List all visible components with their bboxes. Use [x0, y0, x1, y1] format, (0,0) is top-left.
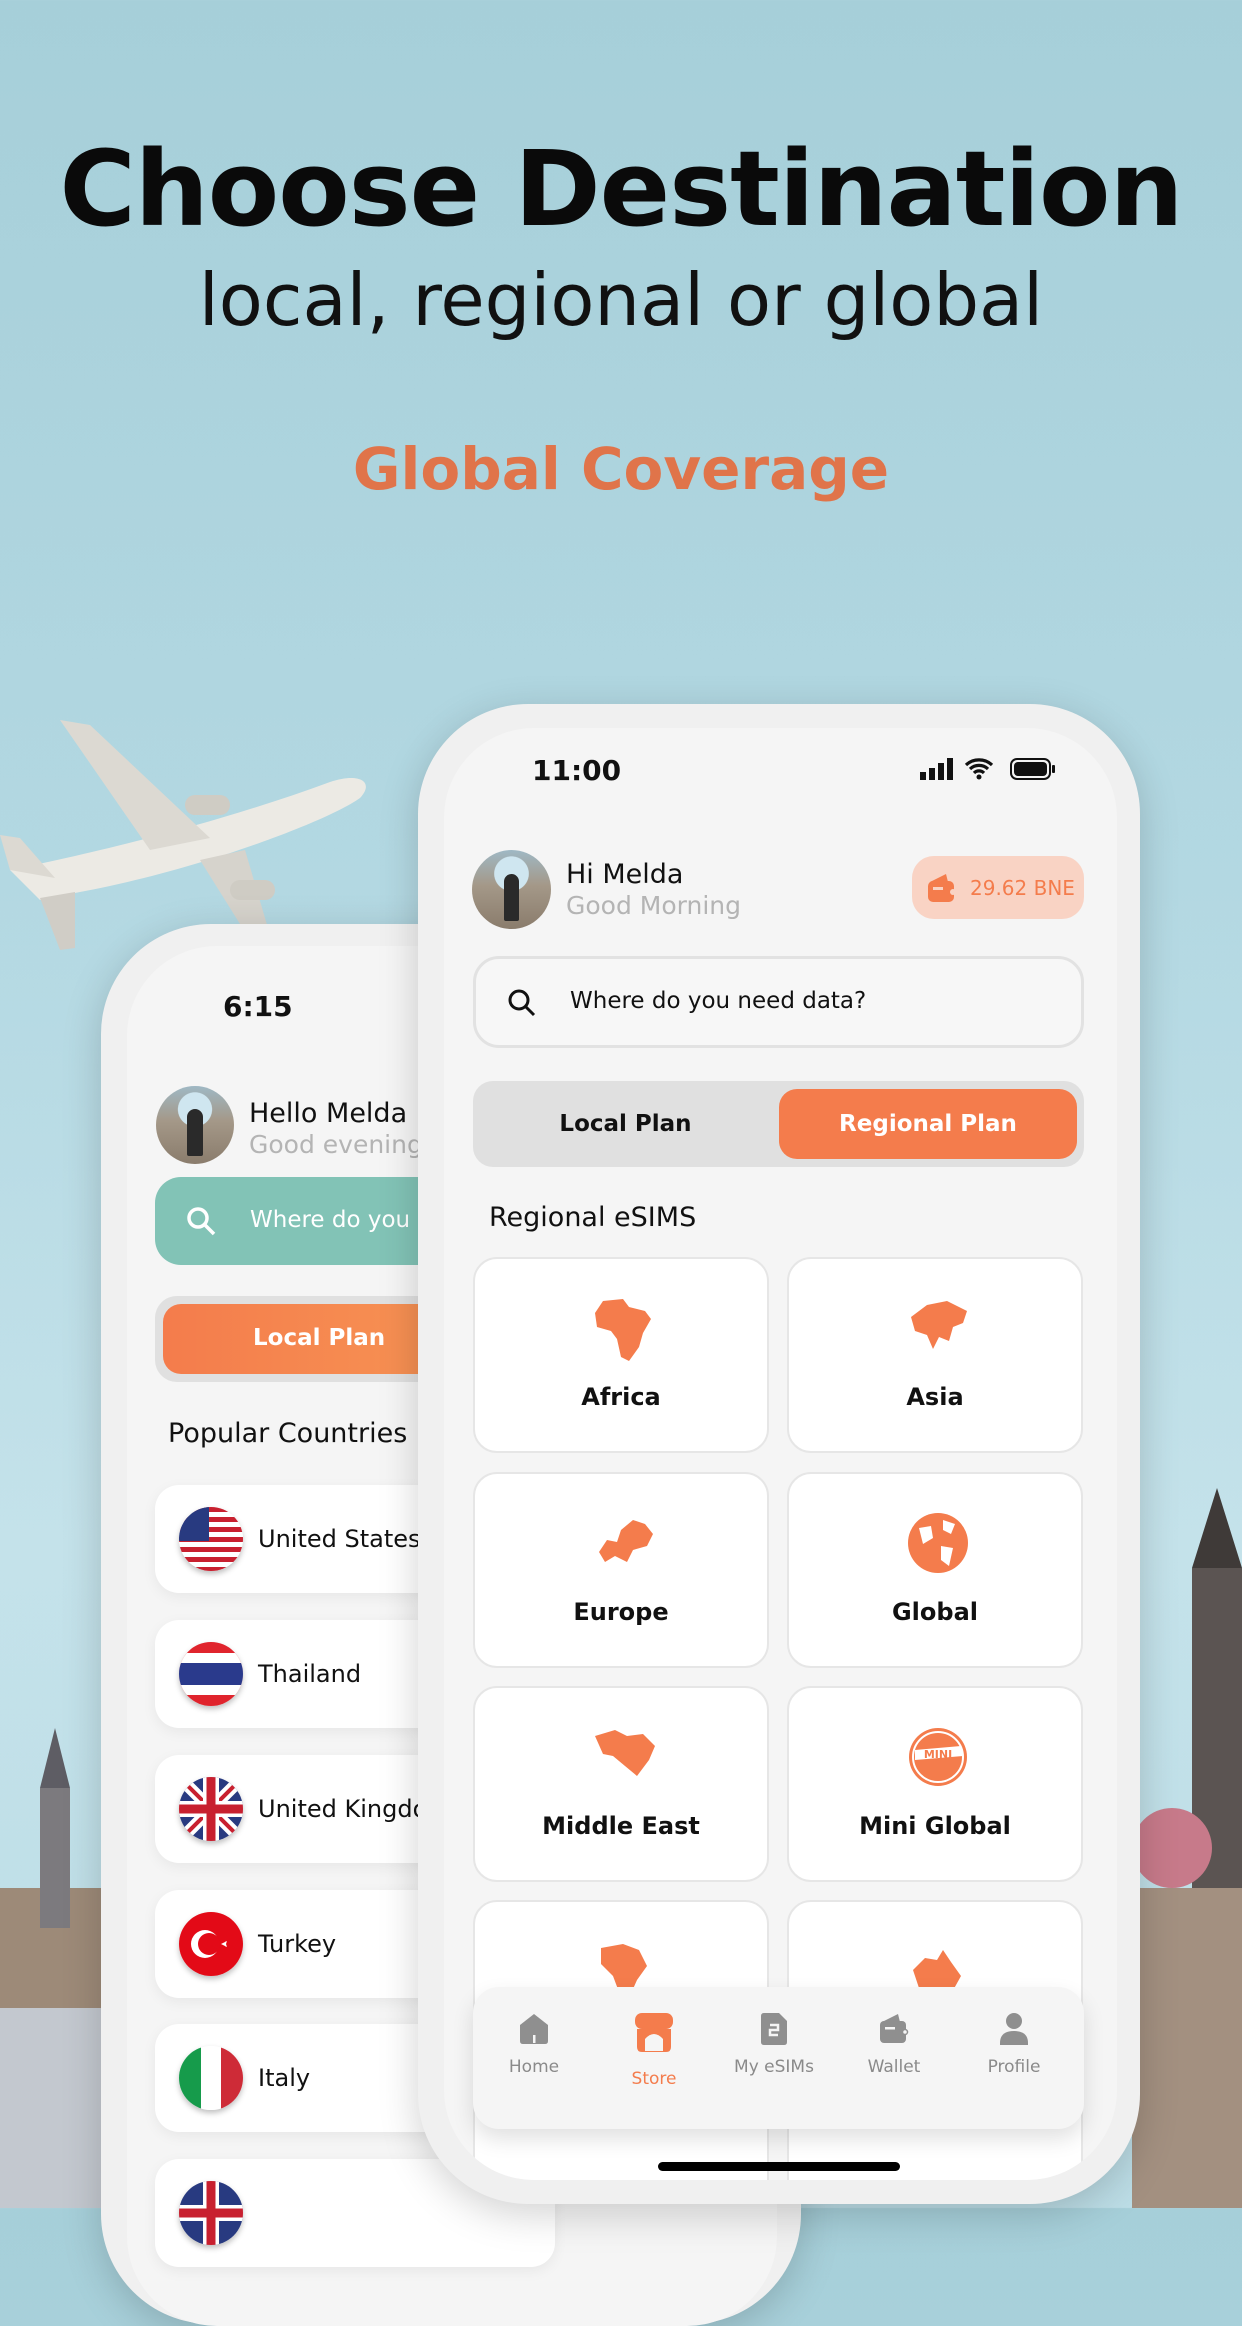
region-label: Mini Global [859, 1812, 1011, 1840]
nav-label: Home [508, 2057, 560, 2077]
greeting-name: Hello Melda [249, 1098, 408, 1129]
search-placeholder: Where do you need data? [570, 988, 867, 1014]
sim-card-icon [761, 2013, 787, 2045]
region-label: Middle East [542, 1812, 700, 1840]
tab-label: Local Plan [253, 1325, 386, 1351]
nav-label: Wallet [867, 2057, 921, 2077]
region-card-global[interactable]: Global [787, 1472, 1083, 1668]
region-card-middle-east[interactable]: Middle East [473, 1686, 769, 1882]
nav-wallet[interactable]: Wallet [834, 2013, 954, 2077]
wallet-balance: 29.62 BNE [970, 876, 1075, 900]
home-icon [520, 2014, 548, 2044]
region-label: Africa [581, 1383, 661, 1411]
greeting-name: Hi Melda [566, 859, 684, 890]
search-input[interactable]: Where do you need data? [473, 956, 1084, 1048]
africa-map-icon [595, 1299, 651, 1361]
country-name: Thailand [258, 1660, 362, 1688]
region-label: Europe [573, 1598, 669, 1626]
greeting-sub: Good Morning [566, 891, 741, 920]
cellular-signal-icon [920, 758, 953, 780]
wallet-icon [880, 2014, 909, 2043]
wallet-balance-badge[interactable]: 29.62 BNE [912, 856, 1084, 919]
avatar[interactable] [472, 850, 551, 929]
wallet-icon [928, 874, 956, 902]
nav-label: Profile [987, 2057, 1041, 2077]
svg-text:MINI: MINI [924, 1748, 952, 1761]
thailand-flag-icon [179, 1642, 243, 1706]
hero-tagline: Global Coverage [352, 435, 890, 503]
nav-label: My eSIMs [734, 2057, 814, 2077]
us-flag-icon [179, 1507, 243, 1571]
region-label: Asia [906, 1383, 964, 1411]
hero-title: Choose Destination [59, 128, 1183, 250]
nav-profile[interactable]: Profile [954, 2013, 1074, 2077]
battery-icon [1010, 758, 1055, 780]
nav-store[interactable]: Store [594, 2013, 714, 2089]
bottom-nav-bar: Home Store My eSIMs Wallet Profile [473, 1987, 1084, 2129]
turkey-flag-icon [179, 1912, 243, 1976]
profile-icon [1000, 2013, 1028, 2045]
hero-subtitle: local, regional or global [198, 258, 1044, 342]
region-card-asia[interactable]: Asia [787, 1257, 1083, 1453]
italy-flag-icon [179, 2046, 243, 2110]
region-card-africa[interactable]: Africa [473, 1257, 769, 1453]
section-title: Popular Countries [168, 1418, 408, 1449]
asia-map-icon [911, 1301, 967, 1349]
status-time: 11:00 [532, 754, 622, 787]
search-icon [508, 989, 536, 1017]
region-card-europe[interactable]: Europe [473, 1472, 769, 1668]
country-name: Italy [258, 2064, 311, 2092]
uk-flag-icon [179, 2181, 243, 2245]
section-title: Regional eSIMS [489, 1202, 697, 1233]
region-label: Global [891, 1598, 978, 1626]
avatar[interactable] [156, 1086, 234, 1164]
nav-label: Store [631, 2069, 677, 2089]
tab-regional-plan[interactable]: Regional Plan [779, 1089, 1077, 1159]
greeting-sub: Good evening [249, 1130, 423, 1159]
front-phone: 11:00 Hi Melda Good Morning 29.62 BNE Wh… [418, 704, 1140, 2204]
city-left-illustration [0, 1728, 110, 2208]
store-icon [635, 2013, 673, 2052]
home-indicator[interactable] [658, 2162, 900, 2171]
region-card-mini-global[interactable]: MINI Mini Global [787, 1686, 1083, 1882]
front-phone-screen: 11:00 Hi Melda Good Morning 29.62 BNE Wh… [444, 728, 1117, 2180]
europe-map-icon [599, 1520, 653, 1562]
country-name: Turkey [258, 1930, 337, 1958]
mini-globe-icon: MINI [909, 1728, 967, 1786]
nav-my-esims[interactable]: My eSIMs [714, 2013, 834, 2077]
search-icon [187, 1207, 216, 1236]
uk-flag-icon [179, 1777, 243, 1841]
country-name: United States [258, 1525, 421, 1553]
city-right-illustration [1132, 1488, 1242, 2208]
globe-icon [908, 1513, 968, 1573]
tab-local-plan[interactable]: Local Plan [473, 1081, 778, 1167]
nav-home[interactable]: Home [474, 2013, 594, 2077]
status-time: 6:15 [223, 990, 293, 1023]
plan-toggle: Local Plan Regional Plan [473, 1081, 1084, 1167]
wifi-icon [964, 758, 994, 780]
middle-east-map-icon [595, 1730, 655, 1776]
